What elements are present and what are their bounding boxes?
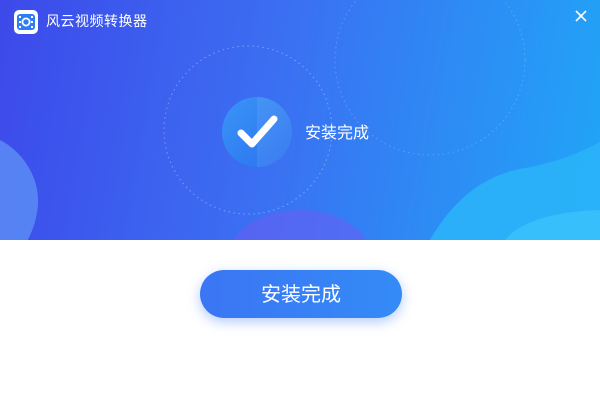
header-banner: 风云视频转换器 安装完成 bbox=[0, 0, 600, 240]
success-badge bbox=[222, 97, 292, 167]
video-converter-logo-icon bbox=[14, 10, 38, 34]
close-icon bbox=[575, 10, 587, 22]
window-title: 风云视频转换器 bbox=[46, 14, 148, 30]
finish-install-button[interactable]: 安装完成 bbox=[200, 270, 402, 318]
banner-background-decoration bbox=[0, 0, 600, 240]
close-button[interactable] bbox=[570, 5, 592, 27]
check-icon bbox=[222, 97, 292, 167]
status-message: 安装完成 bbox=[305, 123, 370, 142]
